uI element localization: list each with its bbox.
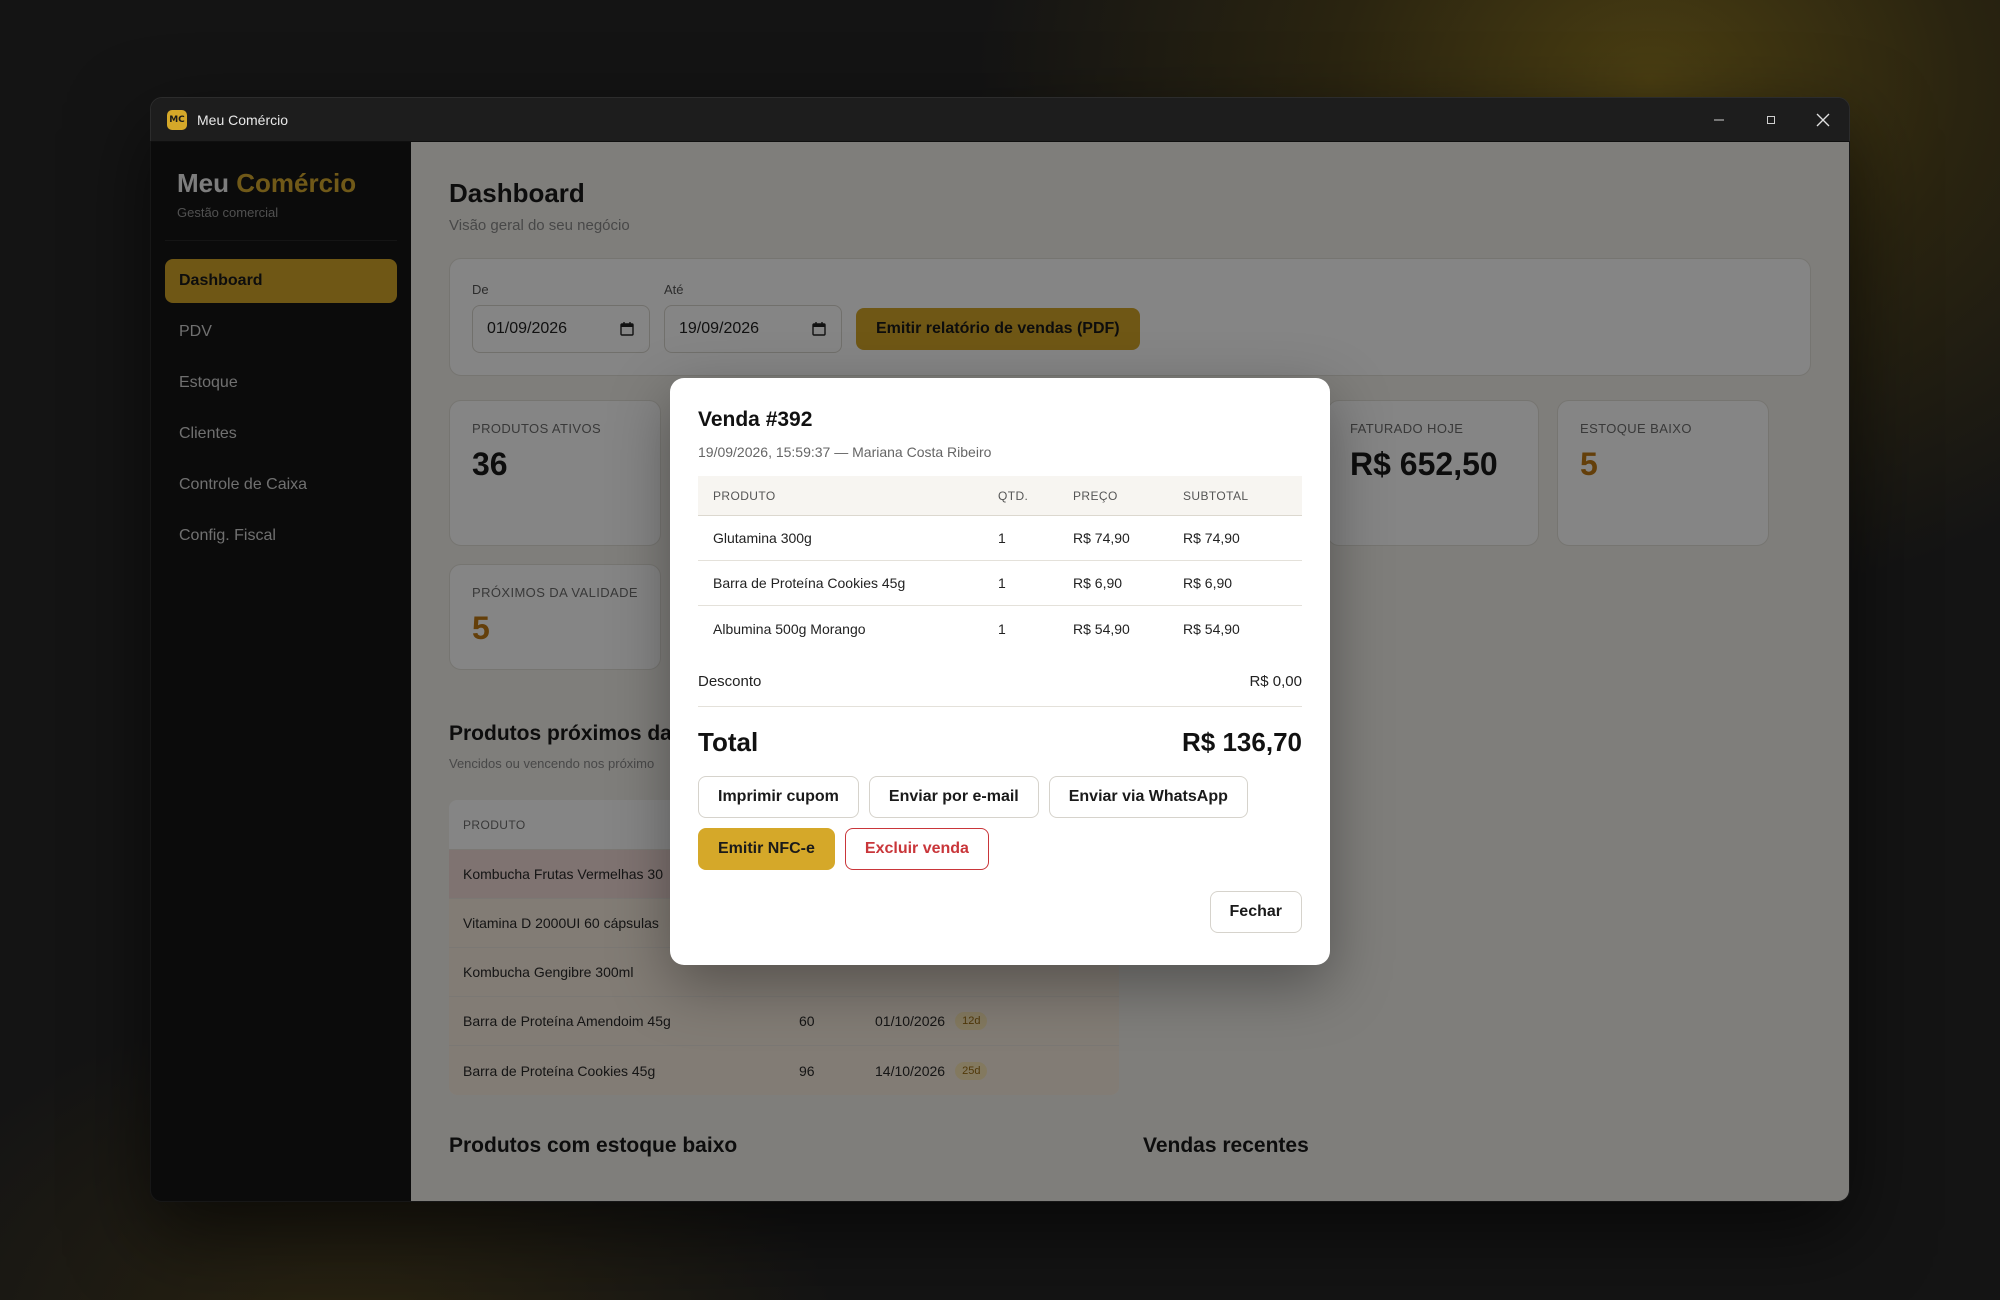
item-product: Albumina 500g Morango <box>713 620 866 637</box>
close-icon <box>1816 113 1830 127</box>
send-email-button[interactable]: Enviar por e-mail <box>868 776 1039 818</box>
item-product: Glutamina 300g <box>713 530 812 546</box>
item-subtotal: R$ 74,90 <box>1183 530 1240 546</box>
item-price: R$ 74,90 <box>1073 530 1130 546</box>
sale-items-table: PRODUTO QTD. PREÇO SUBTOTAL Glutamina 30… <box>698 476 1302 651</box>
item-price: R$ 6,90 <box>1073 575 1123 591</box>
table-row: Albumina 500g Morango 1 R$ 54,90 R$ 54,9… <box>698 606 1302 651</box>
table-row: Glutamina 300g 1 R$ 74,90 R$ 74,90 <box>698 516 1302 561</box>
window-controls <box>1693 98 1849 142</box>
sale-details-modal: Venda #392 19/09/2026, 15:59:37 — Marian… <box>670 378 1330 965</box>
discount-label: Desconto <box>698 673 762 690</box>
window-title: Meu Comércio <box>197 112 289 128</box>
send-whatsapp-button[interactable]: Enviar via WhatsApp <box>1048 776 1248 818</box>
minimize-button[interactable] <box>1693 98 1745 142</box>
print-receipt-button[interactable]: Imprimir cupom <box>698 776 859 818</box>
column-header-product: PRODUTO <box>713 488 776 503</box>
minimize-icon <box>1714 119 1724 121</box>
item-product: Barra de Proteína Cookies 45g <box>713 575 906 591</box>
modal-title: Venda #392 <box>698 408 813 431</box>
item-price: R$ 54,90 <box>1073 620 1130 637</box>
delete-sale-button[interactable]: Excluir venda <box>844 828 989 870</box>
item-subtotal: R$ 6,90 <box>1183 575 1233 591</box>
title-bar: MC Meu Comércio <box>151 98 1849 142</box>
discount-value: R$ 0,00 <box>1249 673 1302 690</box>
close-modal-button[interactable]: Fechar <box>1209 891 1302 933</box>
total-value: R$ 136,70 <box>1182 727 1302 757</box>
action-buttons-secondary: Emitir NFC-e Excluir venda <box>698 828 1302 870</box>
close-window-button[interactable] <box>1797 98 1849 142</box>
item-qty: 1 <box>998 530 1006 546</box>
maximize-button[interactable] <box>1745 98 1797 142</box>
table-row: Barra de Proteína Cookies 45g 1 R$ 6,90 … <box>698 561 1302 606</box>
maximize-icon <box>1767 116 1775 124</box>
item-qty: 1 <box>998 620 1006 637</box>
item-qty: 1 <box>998 575 1006 591</box>
action-buttons: Imprimir cupom Enviar por e-mail Enviar … <box>698 776 1302 818</box>
column-header-price: PREÇO <box>1073 488 1118 503</box>
modal-subtitle: 19/09/2026, 15:59:37 — Mariana Costa Rib… <box>698 444 992 460</box>
issue-nfce-button[interactable]: Emitir NFC-e <box>698 828 835 870</box>
table-header: PRODUTO QTD. PREÇO SUBTOTAL <box>698 476 1302 516</box>
column-header-subtotal: SUBTOTAL <box>1183 488 1249 503</box>
close-row: Fechar <box>698 891 1302 933</box>
item-subtotal: R$ 54,90 <box>1183 620 1240 637</box>
app-logo-icon: MC <box>167 110 187 130</box>
discount-row: Desconto R$ 0,00 <box>698 673 1302 707</box>
total-label: Total <box>698 727 759 757</box>
column-header-qty: QTD. <box>998 488 1029 503</box>
total-row: Total R$ 136,70 <box>698 727 1302 758</box>
